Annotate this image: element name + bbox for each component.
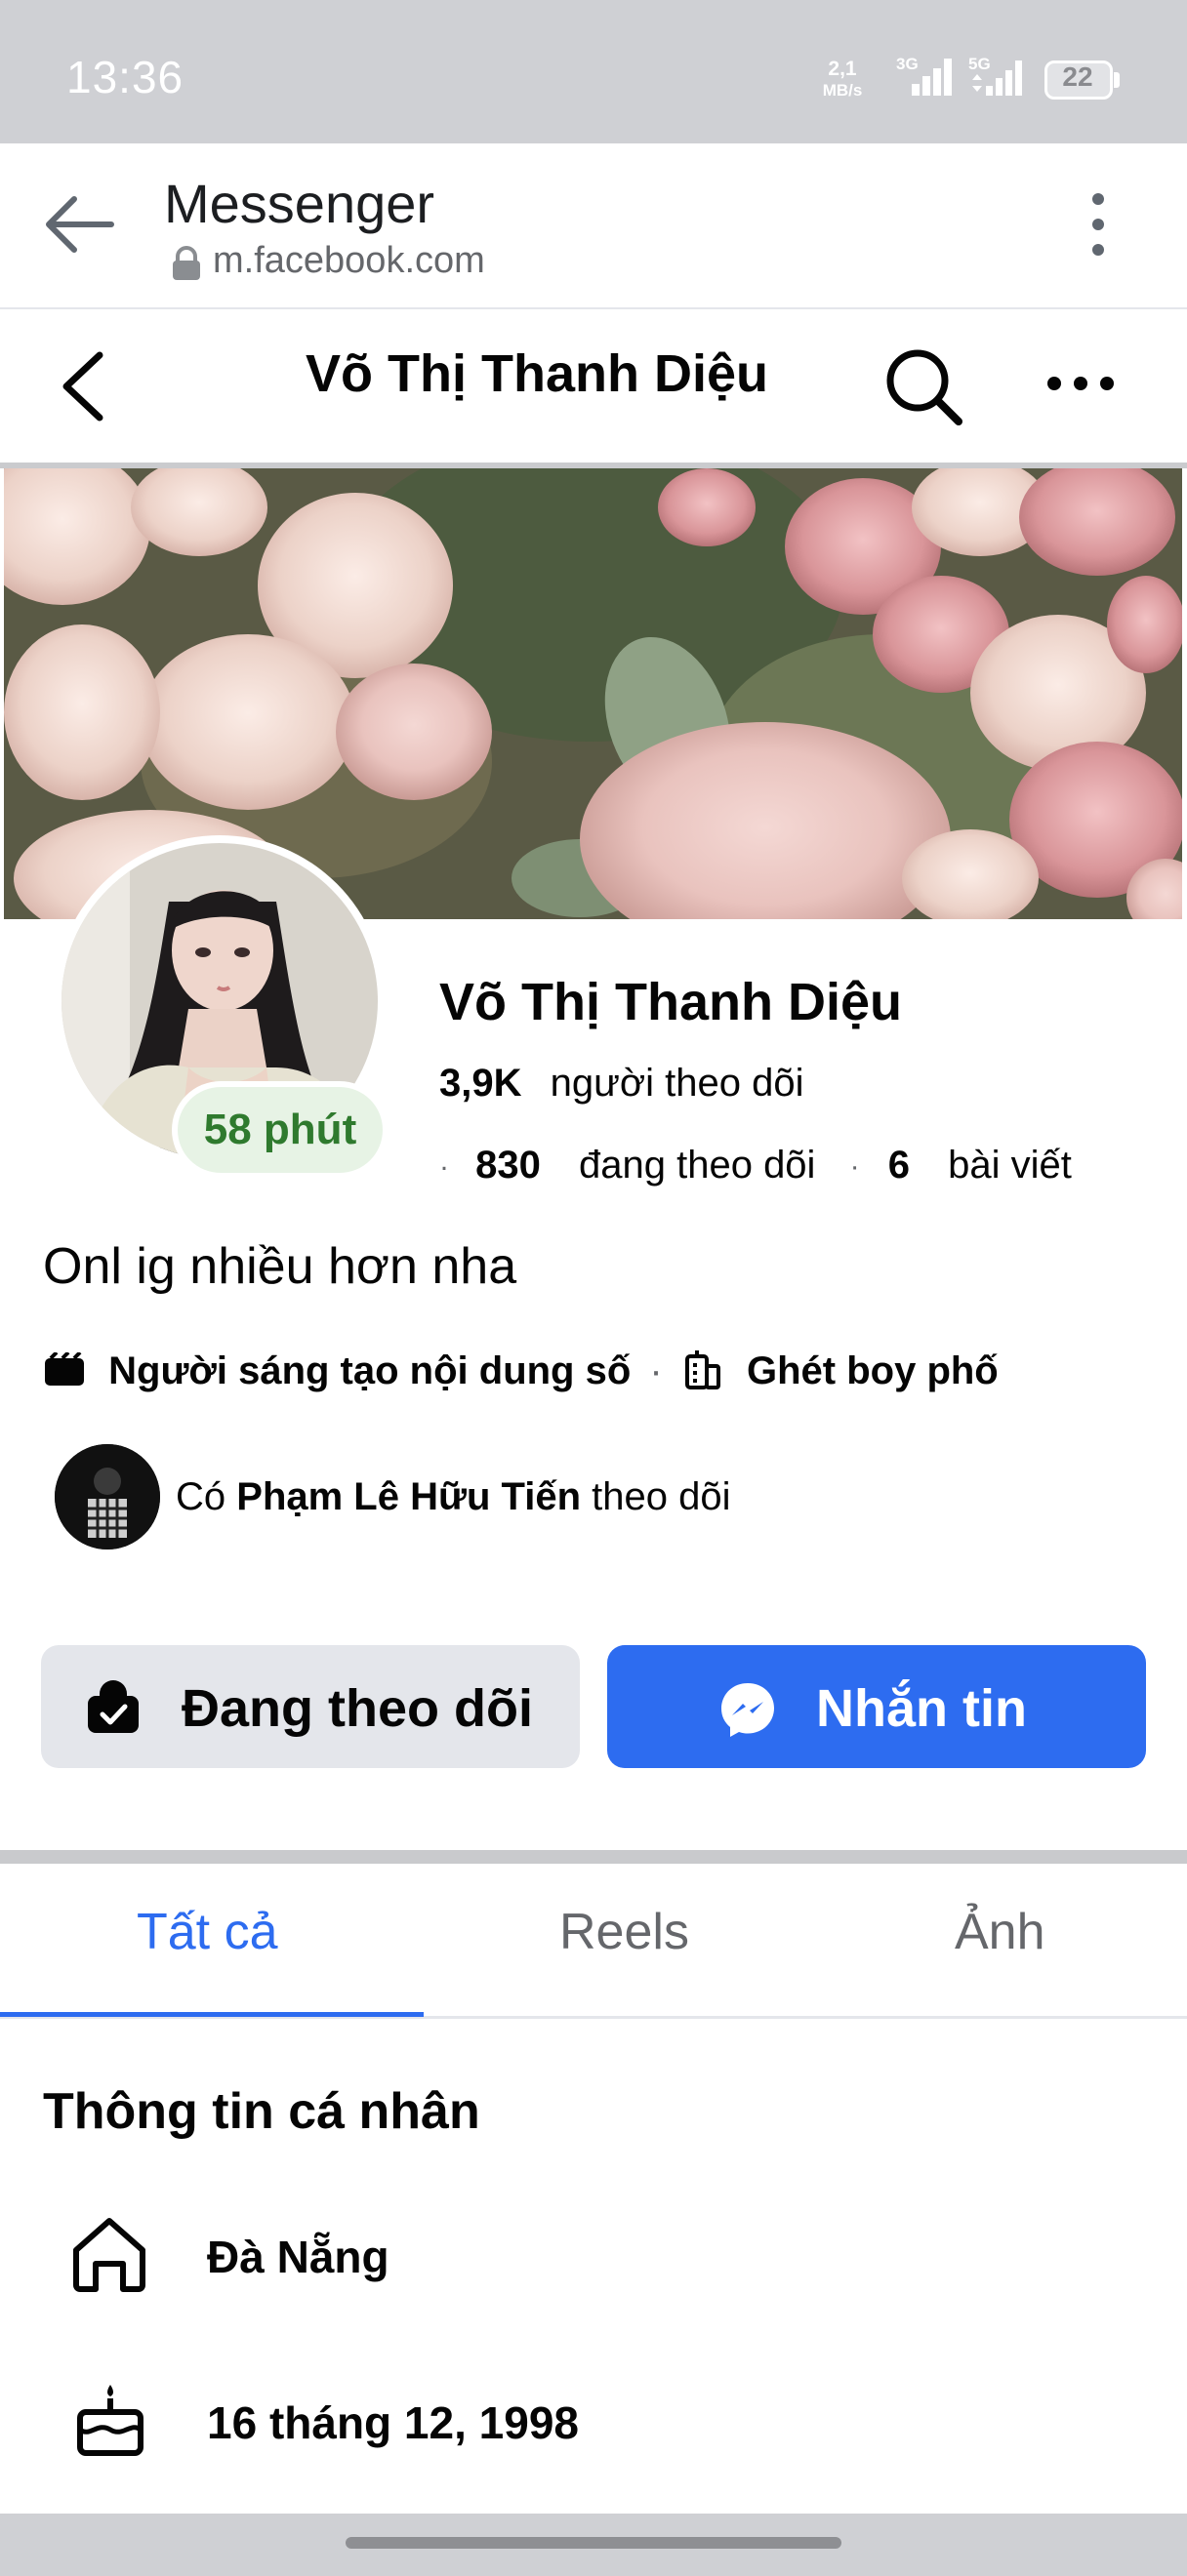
- followers-count: 3,9K: [439, 1062, 522, 1105]
- following-posts-stat[interactable]: · 830 đang theo dõi · 6 bài viết: [439, 1144, 1072, 1187]
- messenger-icon: [718, 1680, 777, 1744]
- building-icon: [684, 1350, 720, 1389]
- mutual-friend-avatar[interactable]: [55, 1444, 160, 1550]
- signal-3g: 3G: [896, 55, 952, 96]
- browser-page-title: Messenger: [164, 173, 435, 234]
- search-icon[interactable]: [882, 345, 964, 427]
- lock-icon: [170, 246, 203, 286]
- stat-dot: ·: [439, 1150, 449, 1184]
- signal-5g: 5G: [968, 55, 1022, 96]
- followers-stat[interactable]: 3,9K người theo dõi: [439, 1062, 803, 1106]
- network-speed: 2,1 MB/s: [822, 59, 863, 101]
- profile-name: Võ Thị Thanh Diệu: [439, 973, 902, 1031]
- tab-active-indicator: [0, 2012, 424, 2017]
- network-speed-value: 2,1: [828, 58, 857, 80]
- battery-level: 22: [1062, 61, 1093, 92]
- network-speed-unit: MB/s: [822, 81, 863, 100]
- back-arrow-icon[interactable]: [39, 185, 127, 263]
- clapperboard-icon: [45, 1350, 84, 1386]
- mutual-suffix: theo dõi: [592, 1475, 731, 1518]
- more-vertical-icon[interactable]: [1084, 191, 1113, 260]
- tag-dot: ·: [649, 1349, 663, 1392]
- following-button-label: Đang theo dõi: [182, 1679, 533, 1738]
- personal-info-title: Thông tin cá nhân: [43, 2083, 480, 2140]
- section-separator: [0, 1850, 1187, 1864]
- tab-all[interactable]: Tất cả: [137, 1903, 278, 1961]
- mutual-name: Phạm Lê Hữu Tiến: [236, 1475, 581, 1518]
- mutual-prefix: Có: [176, 1475, 226, 1518]
- stat-dot-2: ·: [849, 1150, 860, 1184]
- following-label: đang theo dõi: [579, 1144, 816, 1187]
- browser-url[interactable]: m.facebook.com: [213, 240, 485, 282]
- signal-bars-icon-2: [972, 60, 1022, 96]
- more-horizontal-icon[interactable]: [1044, 369, 1117, 398]
- followers-label: người theo dõi: [550, 1062, 804, 1105]
- home-icon: [68, 2213, 150, 2300]
- cake-icon: [74, 2381, 146, 2464]
- mutual-follower-text[interactable]: Có Phạm Lê Hữu Tiến theo dõi: [176, 1475, 730, 1519]
- signal-bars-icon: [912, 59, 952, 96]
- tag-creator: Người sáng tạo nội dung số: [108, 1349, 632, 1392]
- battery-tip: [1114, 72, 1120, 88]
- info-birthday: 16 tháng 12, 1998: [207, 2397, 579, 2448]
- following-count: 830: [475, 1144, 541, 1187]
- info-location: Đà Nẵng: [207, 2232, 389, 2282]
- profile-bio: Onl ig nhiều hơn nha: [43, 1238, 517, 1295]
- person-check-icon: [86, 1680, 141, 1740]
- profile-tags: Người sáng tạo nội dung số · Ghét boy ph…: [43, 1348, 999, 1393]
- status-time: 13:36: [66, 52, 184, 102]
- tab-reels[interactable]: Reels: [559, 1903, 689, 1961]
- posts-count: 6: [887, 1144, 910, 1187]
- tab-photos[interactable]: Ảnh: [955, 1903, 1045, 1961]
- tag-hobby: Ghét boy phố: [746, 1349, 999, 1392]
- online-status-badge: 58 phút: [178, 1087, 383, 1173]
- message-button-label: Nhắn tin: [816, 1679, 1027, 1738]
- posts-label: bài viết: [948, 1144, 1072, 1187]
- home-gesture-pill[interactable]: [346, 2537, 841, 2549]
